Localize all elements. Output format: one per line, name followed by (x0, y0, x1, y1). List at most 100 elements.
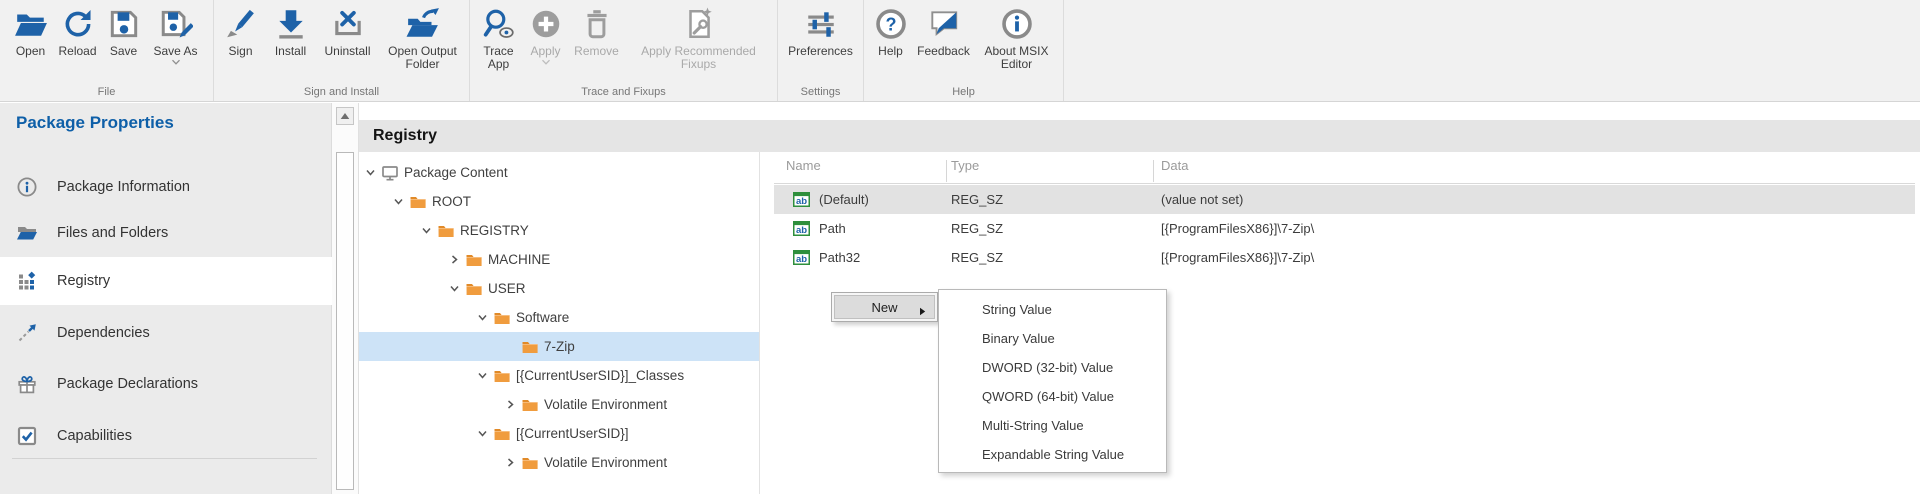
folder-icon (492, 309, 511, 327)
registry-value-row-default[interactable]: ab(Default)REG_SZ(value not set) (774, 185, 1915, 214)
tree-item-label: [{CurrentUserSID}]_Classes (516, 368, 684, 383)
column-header-type[interactable]: Type (951, 158, 979, 173)
chevron-right-icon[interactable] (503, 455, 518, 470)
submenu-item-dword-32-bit-value[interactable]: DWORD (32-bit) Value (939, 353, 1166, 382)
tree-item-volatile-environment[interactable]: Volatile Environment (359, 448, 759, 477)
ribbon-button-label: Save (110, 45, 137, 58)
capabilities-icon (16, 425, 38, 447)
sidebar-item-label: Package Information (57, 179, 190, 195)
ribbon-button-open-output-folder[interactable]: Open Output Folder (379, 3, 467, 71)
ribbon-button-help[interactable]: ? Help (869, 3, 913, 71)
ribbon-group-label: File (0, 86, 213, 98)
ribbon-button-uninstall[interactable]: Uninstall (317, 3, 379, 71)
ribbon-button-save[interactable]: Save (102, 3, 146, 66)
context-menu-item-label: New (871, 300, 897, 315)
scrollbar-up-button[interactable] (336, 107, 354, 125)
tree-item-currentusersid-classes[interactable]: [{CurrentUserSID}]_Classes (359, 361, 759, 390)
submenu-item-qword-64-bit-value[interactable]: QWORD (64-bit) Value (939, 382, 1166, 411)
ribbon-group-settings: PreferencesSettings (778, 0, 864, 101)
dependencies-icon (16, 322, 38, 344)
column-separator[interactable] (1153, 160, 1154, 182)
install-arrow-icon (274, 3, 308, 45)
ribbon-button-label: Feedback (917, 45, 970, 58)
registry-icon (16, 270, 38, 292)
submenu-item-string-value[interactable]: String Value (939, 295, 1166, 324)
chevron-down-icon[interactable] (447, 281, 462, 296)
tree-item-volatile-environment[interactable]: Volatile Environment (359, 390, 759, 419)
context-menu: New (831, 292, 938, 322)
scrollbar-thumb[interactable] (336, 152, 354, 490)
tree-item-currentusersid[interactable]: [{CurrentUserSID}] (359, 419, 759, 448)
registry-view: Registry Package Content ROOTREGISTRYMACH… (358, 103, 1920, 494)
sidebar-item-label: Package Declarations (57, 376, 198, 392)
files-and-folders-icon (16, 222, 38, 244)
header-underline (774, 183, 1915, 184)
ribbon-group-trace-and-fixups: Trace AppApplyRemoveApply Recommended Fi… (470, 0, 778, 101)
submenu-item-binary-value[interactable]: Binary Value (939, 324, 1166, 353)
sidebar-scrollbar[interactable] (332, 103, 358, 494)
tree-table-divider (759, 152, 760, 494)
string-value-icon: ab (793, 192, 810, 207)
tree-item-label: Package Content (404, 165, 508, 180)
ribbon-button-trace-app[interactable]: Trace App (475, 3, 523, 71)
ribbon-button-install[interactable]: Install (265, 3, 317, 71)
chevron-right-icon[interactable] (503, 397, 518, 412)
sidebar-item-files-and-folders[interactable]: Files and Folders (0, 209, 332, 257)
value-name: Path32 (819, 243, 860, 272)
ribbon-button-about-msix-editor[interactable]: About MSIX Editor (975, 3, 1059, 71)
sidebar-package-properties: Package Properties Package InformationFi… (0, 103, 332, 494)
preferences-sliders-icon (804, 3, 838, 45)
column-separator[interactable] (946, 160, 947, 182)
ribbon-group-help: ? Help Feedback About MSIX Editor Help (864, 0, 1064, 101)
column-header-data[interactable]: Data (1161, 158, 1188, 173)
tree-item-7-zip[interactable]: 7-Zip (359, 332, 759, 361)
tree-item-package-content[interactable]: Package Content (359, 158, 759, 187)
sidebar-item-package-declarations[interactable]: Package Declarations (0, 360, 332, 408)
chevron-down-icon[interactable] (475, 310, 490, 325)
tree-item-label: Software (516, 310, 569, 325)
ribbon-button-label: Remove (574, 45, 619, 58)
ribbon-button-preferences[interactable]: Preferences (781, 3, 861, 58)
submenu-item-multi-string-value[interactable]: Multi-String Value (939, 411, 1166, 440)
string-value-icon: ab (793, 250, 810, 265)
page-header-bar: Registry (359, 120, 1920, 152)
chevron-down-icon[interactable] (475, 426, 490, 441)
sidebar-item-capabilities[interactable]: Capabilities (0, 412, 332, 460)
tree-item-root[interactable]: ROOT (359, 187, 759, 216)
column-header-name[interactable]: Name (786, 158, 821, 173)
save-icon (107, 3, 141, 45)
chevron-down-icon[interactable] (419, 223, 434, 238)
chevron-right-icon[interactable] (447, 252, 462, 267)
save-as-icon (159, 3, 193, 45)
chevron-down-icon[interactable] (475, 368, 490, 383)
ribbon-button-sign[interactable]: Sign (217, 3, 265, 71)
folder-icon (492, 367, 511, 385)
tree-item-machine[interactable]: MACHINE (359, 245, 759, 274)
ribbon-button-label: Help (878, 45, 903, 58)
arrow-up-icon (340, 107, 350, 125)
registry-value-row-path32[interactable]: abPath32REG_SZ[{ProgramFilesX86}]\7-Zip\ (774, 243, 1915, 272)
trash-icon (580, 3, 614, 45)
submenu-item-expandable-string-value[interactable]: Expandable String Value (939, 440, 1166, 469)
help-icon: ? (874, 3, 908, 45)
sidebar-item-label: Registry (57, 273, 110, 289)
folder-icon (520, 396, 539, 414)
sidebar-item-package-information[interactable]: Package Information (0, 163, 332, 211)
ribbon-button-feedback[interactable]: Feedback (913, 3, 975, 71)
sidebar-item-dependencies[interactable]: Dependencies (0, 309, 332, 357)
folder-icon (492, 425, 511, 443)
trace-app-icon (482, 3, 516, 45)
ribbon-button-reload[interactable]: Reload (54, 3, 102, 66)
context-menu-item-new[interactable]: New (834, 295, 935, 319)
svg-text:?: ? (885, 14, 896, 34)
registry-value-row-path[interactable]: abPathREG_SZ[{ProgramFilesX86}]\7-Zip\ (774, 214, 1915, 243)
sidebar-item-registry[interactable]: Registry (0, 257, 332, 305)
tree-item-software[interactable]: Software (359, 303, 759, 332)
chevron-down-icon[interactable] (363, 165, 378, 180)
registry-content: Package Content ROOTREGISTRYMACHINEUSER So… (359, 152, 1920, 494)
ribbon-button-open[interactable]: Open (8, 3, 54, 66)
chevron-down-icon[interactable] (391, 194, 406, 209)
tree-item-registry[interactable]: REGISTRY (359, 216, 759, 245)
tree-item-user[interactable]: USER (359, 274, 759, 303)
ribbon-button-save-as[interactable]: Save As (146, 3, 206, 66)
